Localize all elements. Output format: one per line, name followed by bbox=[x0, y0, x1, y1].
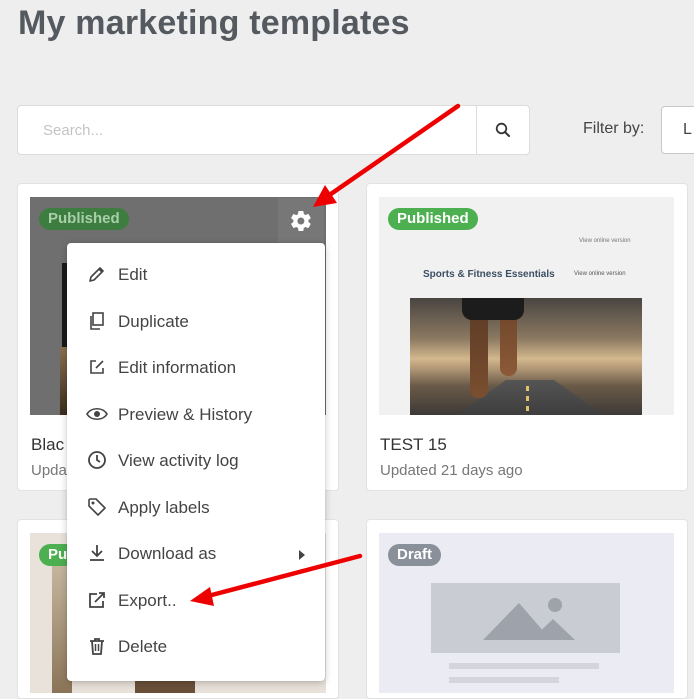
edit-info-icon bbox=[86, 356, 108, 378]
menu-item-label: View activity log bbox=[118, 451, 239, 470]
menu-item-label: Preview & History bbox=[118, 405, 253, 424]
eye-icon bbox=[86, 403, 108, 425]
preview-runner-shorts bbox=[462, 298, 524, 320]
menu-item-label: Edit bbox=[118, 265, 148, 284]
status-badge: Draft bbox=[388, 544, 442, 566]
template-context-menu: Edit Duplicate Edit information Preview … bbox=[67, 243, 325, 681]
template-title[interactable]: Blac bbox=[31, 435, 64, 455]
search-icon bbox=[495, 122, 510, 137]
menu-item-edit[interactable]: Edit bbox=[67, 253, 325, 297]
search-input[interactable] bbox=[18, 106, 478, 154]
gear-icon bbox=[291, 210, 311, 232]
clock-icon bbox=[86, 449, 108, 471]
download-icon bbox=[86, 542, 108, 564]
menu-item-apply-labels[interactable]: Apply labels bbox=[67, 486, 325, 530]
duplicate-icon bbox=[86, 310, 108, 332]
template-title[interactable]: TEST 15 bbox=[380, 435, 447, 455]
template-updated: Updated 21 days ago bbox=[380, 462, 523, 479]
menu-item-export[interactable]: Export.. bbox=[67, 579, 325, 623]
status-badge: Published bbox=[39, 208, 129, 230]
placeholder-image bbox=[431, 583, 620, 653]
template-settings-button[interactable] bbox=[278, 198, 324, 244]
template-updated: Upda bbox=[31, 462, 67, 479]
menu-item-download-as[interactable]: Download as bbox=[67, 532, 325, 576]
menu-item-delete[interactable]: Delete bbox=[67, 625, 325, 669]
search-button[interactable] bbox=[476, 106, 529, 154]
menu-item-label: Edit information bbox=[118, 358, 237, 377]
pencil-icon bbox=[86, 263, 108, 285]
menu-item-label: Apply labels bbox=[118, 498, 210, 517]
search-box bbox=[17, 105, 530, 155]
menu-item-preview-history[interactable]: Preview & History bbox=[67, 393, 325, 437]
menu-item-label: Download as bbox=[118, 544, 217, 563]
image-placeholder-icon bbox=[483, 598, 575, 640]
preview-view-online-link: View online version bbox=[579, 238, 631, 244]
status-badge: Published bbox=[388, 208, 478, 230]
tag-icon bbox=[86, 496, 108, 518]
menu-item-view-activity-log[interactable]: View activity log bbox=[67, 439, 325, 483]
export-icon bbox=[86, 589, 108, 611]
preview-view-online-link: View online version bbox=[574, 271, 626, 277]
preview-hero-image bbox=[410, 298, 642, 415]
menu-item-label: Delete bbox=[118, 637, 168, 656]
trash-icon bbox=[86, 635, 108, 657]
menu-item-label: Duplicate bbox=[118, 312, 189, 331]
preview-heading: Sports & Fitness Essentials bbox=[423, 269, 555, 280]
placeholder-text-line bbox=[449, 677, 559, 683]
placeholder-text-line bbox=[449, 663, 599, 669]
filter-select[interactable]: L bbox=[661, 106, 694, 154]
menu-item-duplicate[interactable]: Duplicate bbox=[67, 300, 325, 344]
menu-item-label: Export.. bbox=[118, 591, 177, 610]
filter-label: Filter by: bbox=[583, 120, 645, 137]
menu-item-edit-information[interactable]: Edit information bbox=[67, 346, 325, 390]
preview-road-line bbox=[526, 386, 529, 415]
page-title: My marketing templates bbox=[18, 4, 410, 42]
submenu-arrow-icon bbox=[299, 550, 305, 560]
